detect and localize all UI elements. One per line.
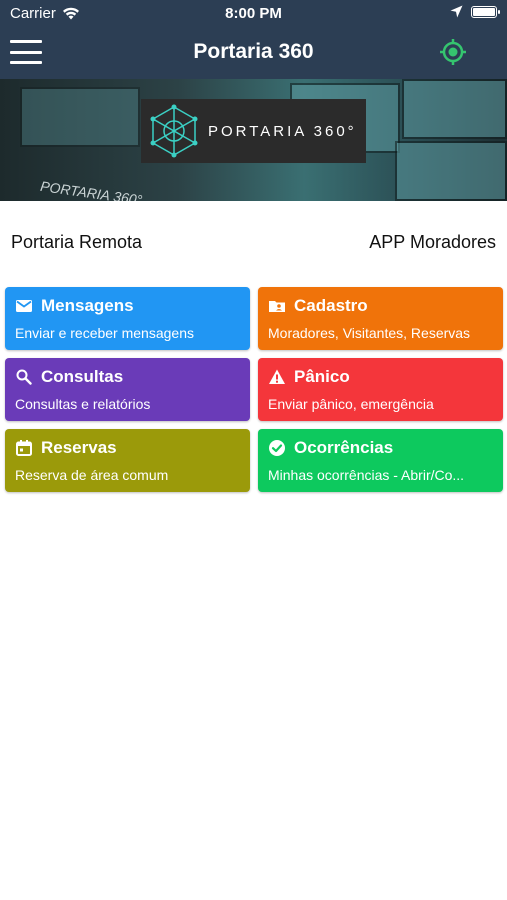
panico-title: Pânico xyxy=(294,367,350,386)
ocorrencias-title: Ocorrências xyxy=(294,438,394,457)
header-banner-image: PORTARIA 360° PORTARIA 360° xyxy=(0,79,507,201)
mensagens-title: Mensagens xyxy=(41,296,134,315)
cadastro-subtitle: Moradores, Visitantes, Reservas xyxy=(268,325,471,341)
app-header: Portaria 360 xyxy=(0,28,507,79)
location-arrow-icon xyxy=(450,5,463,18)
portaria-remota-label: Portaria Remota xyxy=(11,232,143,252)
logo-text: PORTARIA 360° xyxy=(208,123,357,140)
cadastro-title: Cadastro xyxy=(294,296,368,315)
folder-user-icon xyxy=(269,301,285,312)
panico-card[interactable]: Pânico Enviar pânico, emergência xyxy=(258,358,503,421)
status-bar: Carrier 8:00 PM xyxy=(0,0,507,28)
clock: 8:00 PM xyxy=(225,5,282,22)
battery-icon xyxy=(471,5,500,18)
warning-icon xyxy=(269,369,285,384)
mail-icon xyxy=(16,300,32,312)
gps-target-icon[interactable] xyxy=(439,38,467,66)
reservas-subtitle: Reserva de área comum xyxy=(15,467,169,483)
app-moradores-label: APP Moradores xyxy=(369,232,496,252)
shirt-watermark: PORTARIA 360° xyxy=(39,177,144,201)
cadastro-card[interactable]: Cadastro Moradores, Visitantes, Reservas xyxy=(258,287,503,350)
info-row: Portaria Remota APP Moradores xyxy=(0,232,507,256)
search-icon xyxy=(16,369,32,385)
consultas-title: Consultas xyxy=(41,367,124,386)
panico-subtitle: Enviar pânico, emergência xyxy=(268,396,434,412)
calendar-icon xyxy=(16,440,32,456)
status-indicators xyxy=(450,5,500,18)
reservas-title: Reservas xyxy=(41,438,117,457)
consultas-card[interactable]: Consultas Consultas e relatórios xyxy=(5,358,250,421)
mensagens-subtitle: Enviar e receber mensagens xyxy=(15,325,194,341)
check-circle-icon xyxy=(269,440,285,456)
ocorrencias-subtitle: Minhas ocorrências - Abrir/Co... xyxy=(268,467,465,483)
network-globe-icon xyxy=(150,104,198,158)
ocorrencias-card[interactable]: Ocorrências Minhas ocorrências - Abrir/C… xyxy=(258,429,503,492)
mensagens-card[interactable]: Mensagens Enviar e receber mensagens xyxy=(5,287,250,350)
page-title: Portaria 360 xyxy=(193,40,314,63)
reservas-card[interactable]: Reservas Reserva de área comum xyxy=(5,429,250,492)
consultas-subtitle: Consultas e relatórios xyxy=(15,396,151,412)
